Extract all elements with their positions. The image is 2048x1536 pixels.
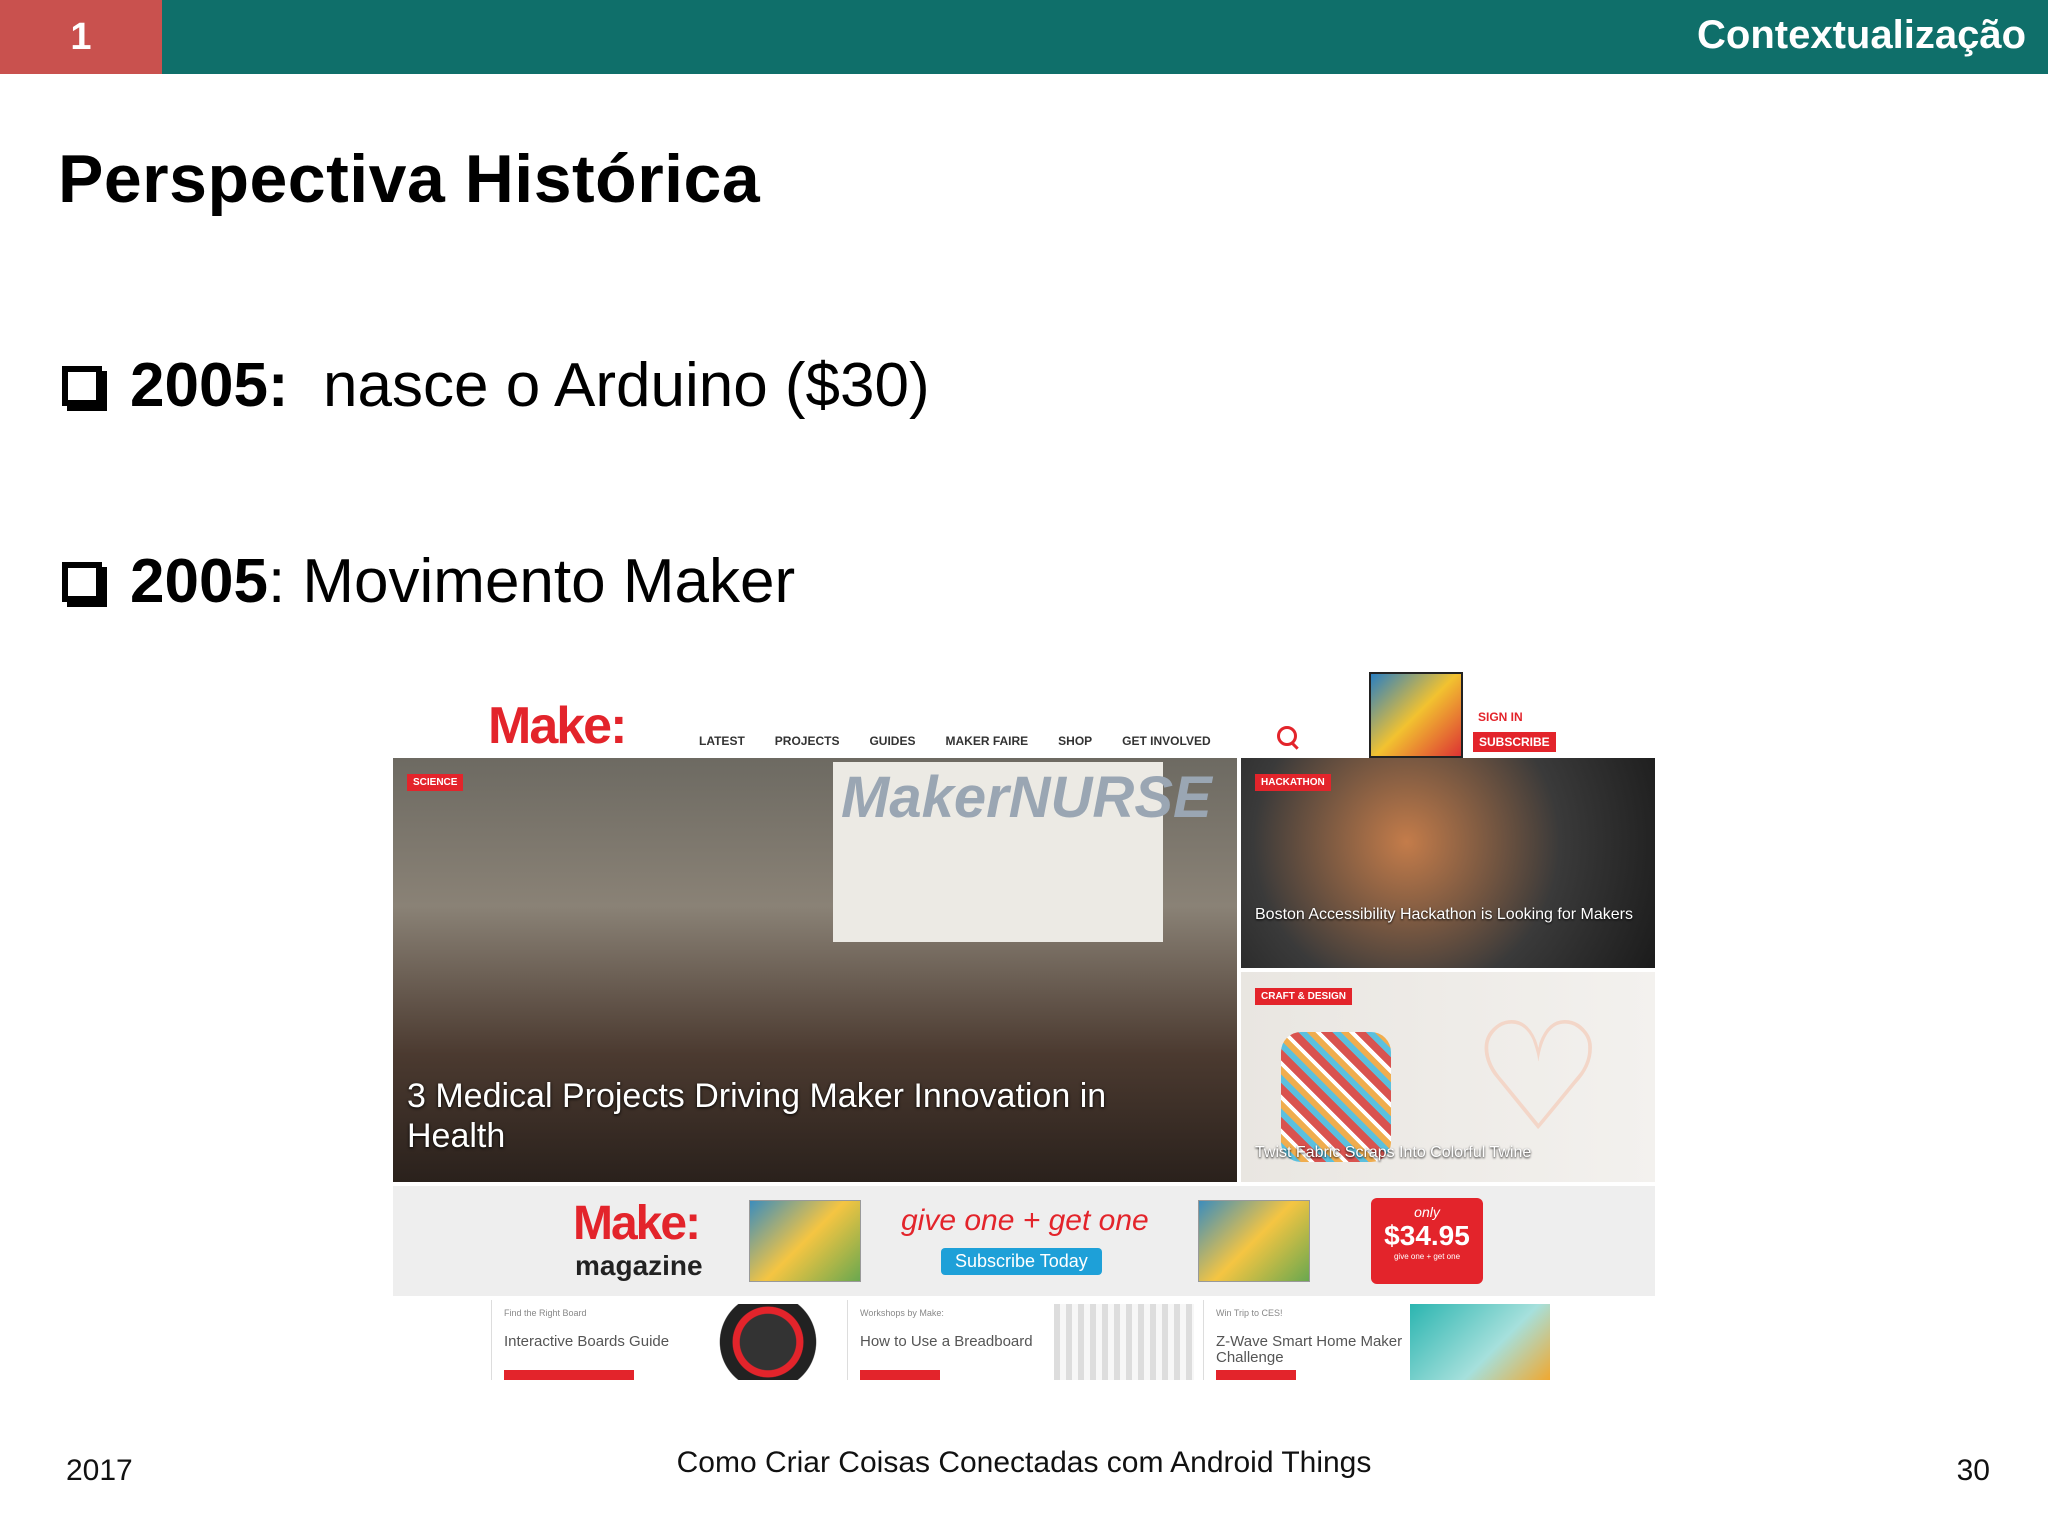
footer-course-title: Como Criar Coisas Conectadas com Android… (676, 1446, 1372, 1479)
category-tag: SCIENCE (407, 774, 464, 791)
card-button (860, 1370, 940, 1380)
card-title: How to Use a Breadboard (860, 1333, 1033, 1350)
side-story: ♡ CRAFT & DESIGN Twist Fabric Scraps Int… (1241, 972, 1655, 1182)
subscribe-button: SUBSCRIBE (1473, 732, 1556, 752)
bullet-item: 2005: Movimento Maker (62, 546, 795, 617)
price-value: $34.95 (1384, 1220, 1470, 1251)
checkbox-bullet-icon (62, 365, 102, 406)
page-number: 30 (1956, 1454, 1990, 1487)
nav-item-shop: SHOP (1058, 734, 1093, 748)
nav-item-get-involved: GET INVOLVED (1122, 734, 1211, 748)
side-story-caption: Twist Fabric Scraps Into Colorful Twine (1255, 1144, 1532, 1161)
feature-cards: Find the Right Board Interactive Boards … (491, 1300, 1557, 1380)
card-kicker: Win Trip to CES! (1216, 1308, 1283, 1318)
nav-item-latest: LATEST (699, 734, 745, 748)
checkbox-bullet-icon (62, 561, 102, 602)
sign-in-link: SIGN IN (1478, 710, 1523, 724)
site-nav: Make: LATEST PROJECTS GUIDES MAKER FAIRE… (393, 668, 1655, 758)
nav-menu: LATEST PROJECTS GUIDES MAKER FAIRE SHOP … (699, 734, 1211, 748)
category-tag: CRAFT & DESIGN (1255, 988, 1352, 1005)
circuit-board-image (698, 1304, 838, 1380)
feature-card: Win Trip to CES! Z-Wave Smart Home Maker… (1203, 1300, 1558, 1380)
promo-logo: Make: (573, 1197, 701, 1250)
nav-item-maker-faire: MAKER FAIRE (945, 734, 1029, 748)
side-story: HACKATHON Boston Accessibility Hackathon… (1241, 758, 1655, 968)
robot-illustration-image (1410, 1304, 1550, 1380)
nav-item-guides: GUIDES (869, 734, 916, 748)
card-kicker: Find the Right Board (504, 1308, 587, 1318)
make-logo: Make: (488, 697, 627, 755)
bullet-text: : Movimento Maker (267, 547, 796, 616)
slide-title: Perspectiva Histórica (58, 141, 761, 217)
feature-card: Workshops by Make: How to Use a Breadboa… (847, 1300, 1202, 1380)
card-button (1216, 1370, 1296, 1380)
bullet-item: 2005: nasce o Arduino ($30) (62, 350, 930, 421)
section-number: 1 (0, 0, 162, 74)
card-title: Z-Wave Smart Home Maker Challenge (1216, 1333, 1403, 1366)
card-button (504, 1370, 634, 1380)
search-icon (1277, 726, 1297, 746)
price-badge: only $34.95 give one + get one (1371, 1198, 1483, 1284)
bullet-text: nasce o Arduino ($30) (288, 351, 930, 420)
twine-spool-image (1281, 1032, 1391, 1162)
side-story-caption: Boston Accessibility Hackathon is Lookin… (1255, 906, 1633, 923)
hero-caption: 3 Medical Projects Driving Maker Innovat… (407, 1077, 1107, 1155)
card-kicker: Workshops by Make: (860, 1308, 944, 1318)
feature-card: Find the Right Board Interactive Boards … (491, 1300, 846, 1380)
breadboard-image (1054, 1304, 1194, 1380)
card-title: Interactive Boards Guide (504, 1333, 670, 1350)
price-note: give one + get one (1393, 1252, 1461, 1261)
nav-item-projects: PROJECTS (774, 734, 840, 748)
make-website-screenshot: Make: LATEST PROJECTS GUIDES MAKER FAIRE… (393, 668, 1655, 1380)
promo-subtitle: magazine (575, 1250, 703, 1281)
category-tag: HACKATHON (1255, 774, 1331, 791)
hero-story: MakerNURSE SCIENCE 3 Medical Projects Dr… (393, 758, 1237, 1182)
section-title: Contextualização (1697, 13, 2026, 57)
price-prefix: only (1414, 1204, 1440, 1220)
bullet-year: 2005: (130, 351, 289, 420)
hero-banner-text: MakerNURSE (841, 765, 1212, 830)
header-bar: 1 Contextualização (0, 0, 2048, 74)
magazine-promo: Make: magazine give one + get one Subscr… (393, 1186, 1655, 1296)
magazine-cover-image (749, 1200, 861, 1282)
heart-icon: ♡ (1471, 993, 1606, 1161)
magazine-cover-image (1198, 1200, 1310, 1282)
subscribe-today-button: Subscribe Today (941, 1248, 1102, 1275)
bullet-year: 2005 (130, 547, 268, 616)
promo-offer: give one + get one (901, 1204, 1149, 1237)
magazine-cover-thumbnail (1369, 672, 1463, 758)
